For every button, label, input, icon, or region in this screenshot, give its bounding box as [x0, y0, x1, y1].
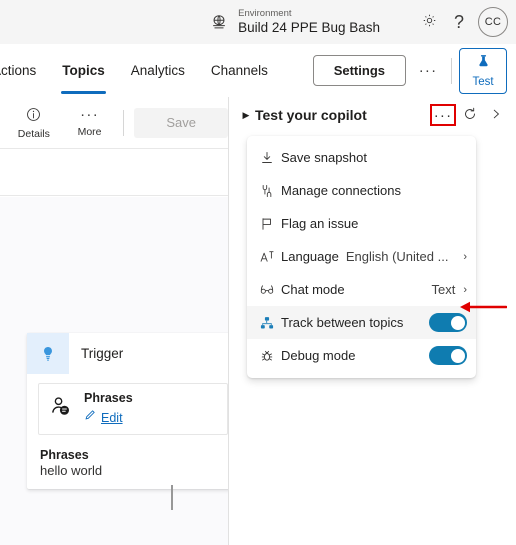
ellipsis-icon: ···: [418, 62, 438, 79]
divider: [123, 109, 125, 136]
authoring-canvas: Trigger Phrases Edit Phrases hello world: [0, 197, 228, 545]
expand-panel-button[interactable]: [484, 103, 508, 127]
phrases-label: Phrases: [40, 448, 89, 462]
menu-item-value: Text: [431, 282, 456, 297]
environment-name: Build 24 PPE Bug Bash: [238, 19, 380, 35]
question-mark-icon: ?: [453, 11, 464, 32]
tab-channels[interactable]: Channels: [198, 44, 281, 97]
download-icon: [259, 150, 281, 166]
tab-channels-label: Channels: [210, 63, 268, 78]
avatar[interactable]: CC: [478, 7, 508, 37]
test-button[interactable]: Test: [459, 47, 507, 94]
flag-icon: [259, 216, 281, 232]
test-panel-header: ▶ Test your copilot ···: [230, 97, 516, 133]
more-button[interactable]: ··· More: [62, 100, 118, 146]
toggle-knob: [450, 348, 465, 363]
environment-bar: Environment Build 24 PPE Bug Bash ? CC: [0, 0, 516, 44]
phrases-value: hello world: [40, 463, 103, 478]
trigger-node-header: Trigger: [27, 333, 228, 374]
menu-item-track-between-topics[interactable]: Track between topics: [247, 306, 476, 339]
trigger-node[interactable]: Trigger Phrases Edit Phrases hello world: [27, 333, 228, 489]
refresh-icon: [462, 106, 478, 125]
menu-item-label: Language: [281, 249, 339, 264]
divider: [451, 57, 452, 84]
save-button[interactable]: Save: [134, 107, 228, 138]
menu-item-flag-an-issue[interactable]: Flag an issue: [247, 207, 476, 240]
globe-icon: [210, 13, 228, 31]
nav-tabs: Actions Topics Analytics Channels: [0, 44, 281, 97]
menu-item-manage-connections[interactable]: Manage connections: [247, 174, 476, 207]
tab-actions-label: Actions: [0, 63, 37, 78]
edit-phrases-link[interactable]: Edit: [101, 410, 123, 426]
plug-connections-icon: [259, 183, 281, 199]
tab-analytics-label: Analytics: [130, 63, 185, 78]
command-bar-actions: Settings ··· Test: [312, 47, 516, 94]
debug-mode-toggle[interactable]: [429, 346, 467, 365]
connector-line: [171, 485, 173, 510]
command-bar: Actions Topics Analytics Channels Settin…: [0, 44, 516, 97]
bug-icon: [259, 348, 281, 364]
test-panel-menu: Save snapshot Manage connections Flag an…: [247, 136, 476, 378]
menu-item-label: Track between topics: [281, 315, 404, 330]
tab-topics[interactable]: Topics: [49, 44, 118, 97]
menu-item-label: Chat mode: [281, 282, 345, 297]
settings-gear-button[interactable]: [414, 7, 444, 37]
chevron-right-icon: ›: [463, 283, 467, 296]
menu-item-label: Save snapshot: [281, 150, 368, 165]
menu-item-label: Manage connections: [281, 183, 401, 198]
phrases-card-title: Phrases: [84, 390, 133, 405]
chevron-right-icon[interactable]: ▶: [239, 110, 253, 121]
app-root: Environment Build 24 PPE Bug Bash ? CC A…: [0, 0, 516, 545]
trigger-node-body: Phrases Edit Phrases hello world: [27, 374, 228, 489]
more-label: More: [77, 125, 102, 138]
refresh-button[interactable]: [458, 103, 482, 127]
tab-actions[interactable]: Actions: [0, 44, 49, 97]
ellipsis-icon: ···: [80, 105, 99, 123]
test-panel-overflow-button[interactable]: ···: [430, 104, 456, 126]
trigger-lightning-icon: [27, 333, 69, 374]
topic-subheader-strip: [0, 149, 228, 196]
help-button[interactable]: ?: [444, 7, 474, 37]
chevron-right-icon: ›: [463, 250, 467, 263]
menu-item-debug-mode[interactable]: Debug mode: [247, 339, 476, 372]
environment-label: Environment: [238, 7, 292, 19]
menu-item-chat-mode[interactable]: Chat mode Text ›: [247, 273, 476, 306]
environment-selector[interactable]: Environment Build 24 PPE Bug Bash: [210, 7, 380, 35]
menu-item-label: Debug mode: [281, 348, 356, 363]
gear-icon: [421, 12, 438, 32]
glasses-icon: [259, 282, 281, 298]
pencil-icon: [84, 407, 97, 428]
menu-item-language[interactable]: Language English (United ... ›: [247, 240, 476, 273]
language-icon: [259, 249, 281, 265]
person-message-icon: [49, 394, 74, 424]
info-circle-icon: [25, 106, 42, 126]
details-label: Details: [17, 127, 50, 140]
track-between-topics-toggle[interactable]: [429, 313, 467, 332]
command-overflow-button[interactable]: ···: [412, 56, 444, 86]
menu-item-value: English (United ...: [345, 249, 449, 264]
track-topics-icon: [259, 315, 281, 331]
test-button-label: Test: [472, 76, 494, 88]
settings-button[interactable]: Settings: [312, 55, 406, 86]
topic-toolbar: Details ··· More Save: [0, 97, 228, 149]
tab-topics-label: Topics: [62, 63, 105, 78]
test-panel-actions: ···: [430, 103, 508, 127]
chevron-right-icon: [489, 107, 503, 124]
test-panel-title: Test your copilot: [255, 107, 367, 123]
details-button[interactable]: Details: [6, 100, 62, 146]
tab-analytics[interactable]: Analytics: [118, 44, 198, 97]
phrases-card[interactable]: Phrases Edit: [38, 383, 228, 435]
menu-item-label: Flag an issue: [281, 216, 359, 231]
toggle-knob: [450, 315, 465, 330]
menu-item-save-snapshot[interactable]: Save snapshot: [247, 141, 476, 174]
beaker-icon: [475, 53, 492, 75]
topic-editor-pane: Details ··· More Save Trigger Phrases Ed…: [0, 97, 229, 545]
trigger-node-title: Trigger: [81, 346, 124, 361]
avatar-initials: CC: [484, 16, 502, 28]
